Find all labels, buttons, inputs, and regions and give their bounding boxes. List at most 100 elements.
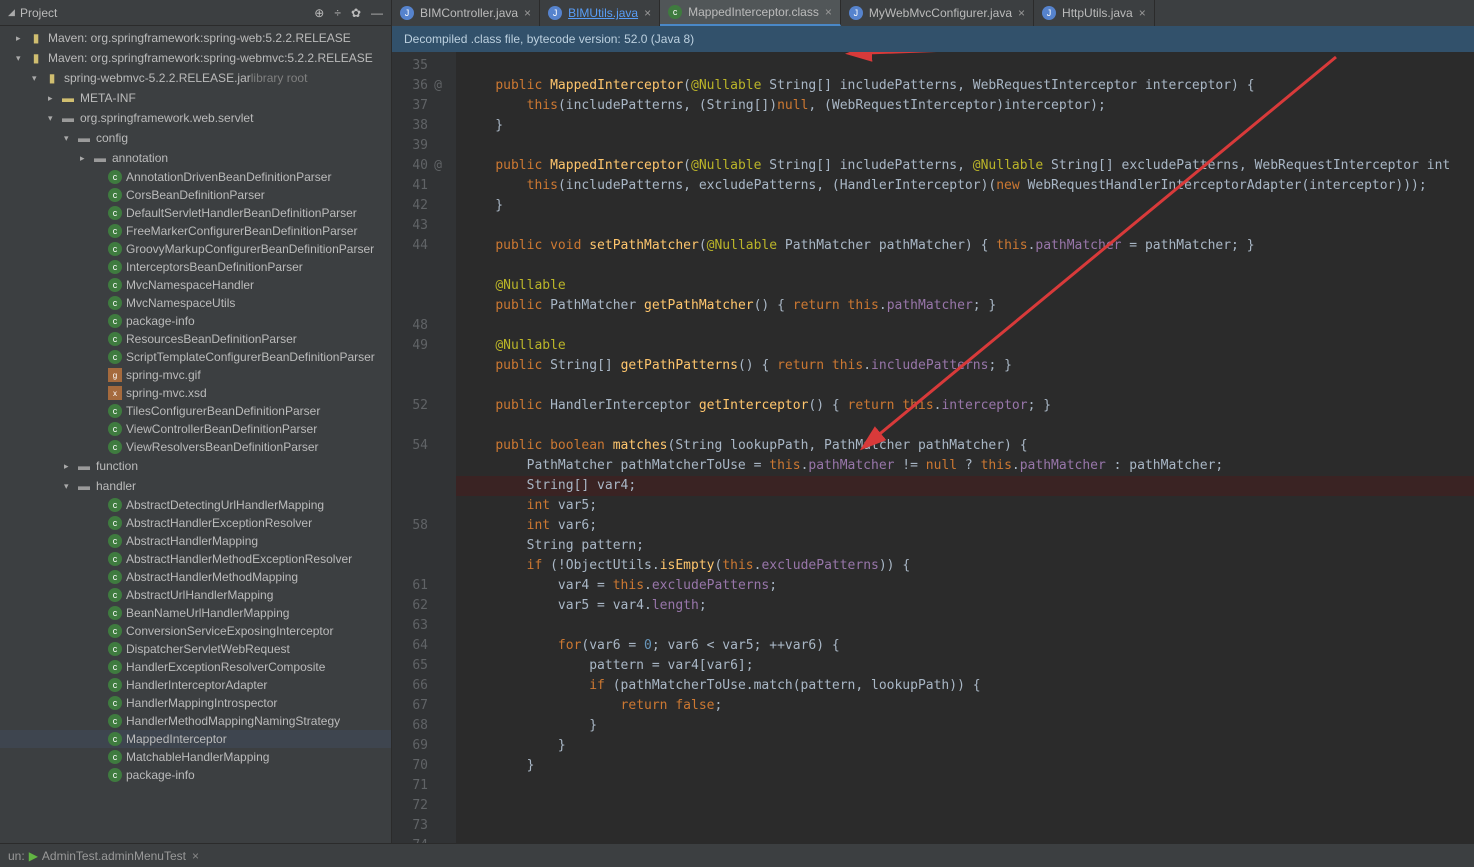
- tree-item[interactable]: cTilesConfigurerBeanDefinitionParser: [0, 402, 391, 420]
- class-icon: x: [108, 386, 122, 400]
- code-editor[interactable]: 3536@37383940@41424344484952545861626364…: [392, 52, 1474, 843]
- class-icon: c: [108, 660, 122, 674]
- tree-item[interactable]: cMatchableHandlerMapping: [0, 748, 391, 766]
- tree-item[interactable]: cGroovyMarkupConfigurerBeanDefinitionPar…: [0, 240, 391, 258]
- class-icon: c: [108, 296, 122, 310]
- run-config-name[interactable]: AdminTest.adminMenuTest: [42, 849, 186, 863]
- tree-item[interactable]: xspring-mvc.xsd: [0, 384, 391, 402]
- tree-item[interactable]: cHandlerMethodMappingNamingStrategy: [0, 712, 391, 730]
- close-tab-icon[interactable]: ×: [825, 5, 832, 19]
- file-icon: c: [668, 5, 682, 19]
- tree-item[interactable]: cAnnotationDrivenBeanDefinitionParser: [0, 168, 391, 186]
- class-icon: c: [108, 314, 122, 328]
- tree-item[interactable]: cAbstractHandlerExceptionResolver: [0, 514, 391, 532]
- close-tab-icon[interactable]: ×: [1018, 6, 1025, 20]
- file-icon: J: [548, 6, 562, 20]
- class-icon: c: [108, 732, 122, 746]
- decompiled-banner: Decompiled .class file, bytecode version…: [392, 26, 1474, 52]
- editor-tab[interactable]: JHttpUtils.java×: [1034, 0, 1155, 26]
- library-icon: ▮: [28, 30, 44, 46]
- tree-item[interactable]: cMvcNamespaceUtils: [0, 294, 391, 312]
- tree-item[interactable]: cViewControllerBeanDefinitionParser: [0, 420, 391, 438]
- tree-item[interactable]: cMappedInterceptor: [0, 730, 391, 748]
- tree-item[interactable]: cAbstractHandlerMethodMapping: [0, 568, 391, 586]
- file-icon: J: [1042, 6, 1056, 20]
- class-icon: c: [108, 516, 122, 530]
- editor-tabs: JBIMController.java×JBIMUtils.java×cMapp…: [392, 0, 1474, 26]
- close-tab-icon[interactable]: ×: [644, 6, 651, 20]
- tree-item[interactable]: cInterceptorsBeanDefinitionParser: [0, 258, 391, 276]
- tree-item[interactable]: cHandlerMappingIntrospector: [0, 694, 391, 712]
- package-icon: ▬: [76, 130, 92, 146]
- class-icon: c: [108, 606, 122, 620]
- tree-item[interactable]: cViewResolversBeanDefinitionParser: [0, 438, 391, 456]
- file-icon: J: [400, 6, 414, 20]
- tree-item[interactable]: cBeanNameUrlHandlerMapping: [0, 604, 391, 622]
- class-icon: c: [108, 534, 122, 548]
- class-icon: c: [108, 570, 122, 584]
- tree-item[interactable]: gspring-mvc.gif: [0, 366, 391, 384]
- tree-item[interactable]: cDefaultServletHandlerBeanDefinitionPars…: [0, 204, 391, 222]
- class-icon: c: [108, 678, 122, 692]
- class-icon: c: [108, 404, 122, 418]
- editor-tab[interactable]: cMappedInterceptor.class×: [660, 0, 841, 26]
- line-gutter[interactable]: 3536@37383940@41424344484952545861626364…: [392, 52, 436, 843]
- tree-item[interactable]: cAbstractHandlerMethodExceptionResolver: [0, 550, 391, 568]
- status-bar: un: ▶ AdminTest.adminMenuTest ×: [0, 843, 1474, 867]
- tree-item[interactable]: cHandlerInterceptorAdapter: [0, 676, 391, 694]
- library-icon: ▮: [28, 50, 44, 66]
- tree-item[interactable]: cAbstractUrlHandlerMapping: [0, 586, 391, 604]
- close-icon[interactable]: ×: [192, 849, 199, 863]
- class-icon: c: [108, 714, 122, 728]
- tree-item[interactable]: cAbstractHandlerMapping: [0, 532, 391, 550]
- folder-icon: ▬: [60, 90, 76, 106]
- class-icon: c: [108, 552, 122, 566]
- class-icon: c: [108, 170, 122, 184]
- target-icon[interactable]: ⊕: [314, 6, 324, 20]
- tree-item[interactable]: cDispatcherServletWebRequest: [0, 640, 391, 658]
- class-icon: c: [108, 260, 122, 274]
- file-icon: J: [849, 6, 863, 20]
- code-body[interactable]: public MappedInterceptor(@Nullable Strin…: [456, 52, 1474, 843]
- tree-item[interactable]: cHandlerExceptionResolverComposite: [0, 658, 391, 676]
- class-icon: c: [108, 642, 122, 656]
- tree-item[interactable]: cMvcNamespaceHandler: [0, 276, 391, 294]
- class-icon: c: [108, 206, 122, 220]
- tree-item[interactable]: cResourcesBeanDefinitionParser: [0, 330, 391, 348]
- class-icon: g: [108, 368, 122, 382]
- tree-item[interactable]: cConversionServiceExposingInterceptor: [0, 622, 391, 640]
- project-collapse-icon[interactable]: ◢: [8, 7, 20, 18]
- close-tab-icon[interactable]: ×: [524, 6, 531, 20]
- close-tab-icon[interactable]: ×: [1139, 6, 1146, 20]
- class-icon: c: [108, 332, 122, 346]
- editor-tab[interactable]: JMyWebMvcConfigurer.java×: [841, 0, 1034, 26]
- jar-icon: ▮: [44, 70, 60, 86]
- class-icon: c: [108, 278, 122, 292]
- sidebar-title: Project: [20, 6, 314, 20]
- class-icon: c: [108, 422, 122, 436]
- package-icon: ▬: [60, 110, 76, 126]
- package-icon: ▬: [76, 478, 92, 494]
- run-icon[interactable]: ▶: [29, 849, 38, 863]
- tree-item[interactable]: cFreeMarkerConfigurerBeanDefinitionParse…: [0, 222, 391, 240]
- tree-item[interactable]: cpackage-info: [0, 766, 391, 784]
- project-tree[interactable]: ▸▮Maven: org.springframework:spring-web:…: [0, 26, 391, 843]
- package-icon: ▬: [92, 150, 108, 166]
- gear-icon[interactable]: ✿: [351, 6, 361, 20]
- run-label: un:: [8, 849, 25, 863]
- class-icon: c: [108, 242, 122, 256]
- class-icon: c: [108, 696, 122, 710]
- class-icon: c: [108, 624, 122, 638]
- hide-icon[interactable]: —: [371, 6, 383, 20]
- class-icon: c: [108, 188, 122, 202]
- tree-item[interactable]: cScriptTemplateConfigurerBeanDefinitionP…: [0, 348, 391, 366]
- tree-item[interactable]: cCorsBeanDefinitionParser: [0, 186, 391, 204]
- class-icon: c: [108, 224, 122, 238]
- editor-tab[interactable]: JBIMUtils.java×: [540, 0, 660, 26]
- tree-item[interactable]: cpackage-info: [0, 312, 391, 330]
- class-icon: c: [108, 768, 122, 782]
- tree-item[interactable]: cAbstractDetectingUrlHandlerMapping: [0, 496, 391, 514]
- expand-icon[interactable]: ÷: [334, 6, 341, 20]
- editor-tab[interactable]: JBIMController.java×: [392, 0, 540, 26]
- class-icon: c: [108, 440, 122, 454]
